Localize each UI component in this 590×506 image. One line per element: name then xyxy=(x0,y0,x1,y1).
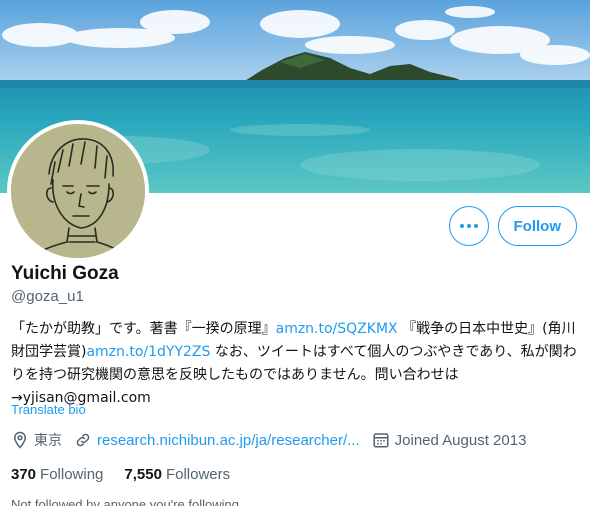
bio-link-2[interactable]: amzn.to/1dYY2ZS xyxy=(86,344,210,360)
follow-stats: 370 Following 7,550 Followers xyxy=(11,466,251,483)
profile-meta: 東京 research.nichibun.ac.jp/ja/researcher… xyxy=(11,430,538,450)
followers-link[interactable]: 7,550 Followers xyxy=(124,466,230,483)
following-label: Following xyxy=(40,466,104,483)
more-button[interactable] xyxy=(448,206,489,246)
website: research.nichibun.ac.jp/ja/researcher/..… xyxy=(74,431,360,449)
location: 東京 xyxy=(11,430,62,450)
followers-label: Followers xyxy=(165,466,231,483)
translate-bio-link[interactable]: Translate bio xyxy=(11,402,86,417)
location-text: 東京 xyxy=(34,433,62,449)
join-date-text: Joined August 2013 xyxy=(394,431,527,449)
followed-by-note: Not followed by anyone you're following xyxy=(11,497,239,506)
calendar-icon xyxy=(372,431,390,449)
profile-bio: 「たかが助教」です。著書『一揆の原理』amzn.to/SQZKMX 『戦争の日本… xyxy=(11,318,579,410)
followers-count: 7,550 xyxy=(124,466,162,483)
join-date: Joined August 2013 xyxy=(372,431,527,449)
bio-link-1[interactable]: amzn.to/SQZKMX xyxy=(276,321,398,337)
display-name: Yuichi Goza xyxy=(11,263,119,284)
profile-actions: Follow xyxy=(448,206,577,246)
follow-button[interactable]: Follow xyxy=(497,206,577,246)
avatar[interactable] xyxy=(7,120,149,262)
user-handle: @goza_u1 xyxy=(11,288,84,305)
website-link[interactable]: research.nichibun.ac.jp/ja/researcher/..… xyxy=(97,432,360,449)
location-pin-icon xyxy=(11,431,29,449)
link-icon xyxy=(74,431,92,449)
more-icon xyxy=(459,224,478,228)
bio-text: 「たかが助教」です。著書『一揆の原理』 xyxy=(11,321,276,337)
avatar-image xyxy=(11,124,145,258)
following-count: 370 xyxy=(11,466,37,483)
following-link[interactable]: 370 Following xyxy=(11,466,103,483)
